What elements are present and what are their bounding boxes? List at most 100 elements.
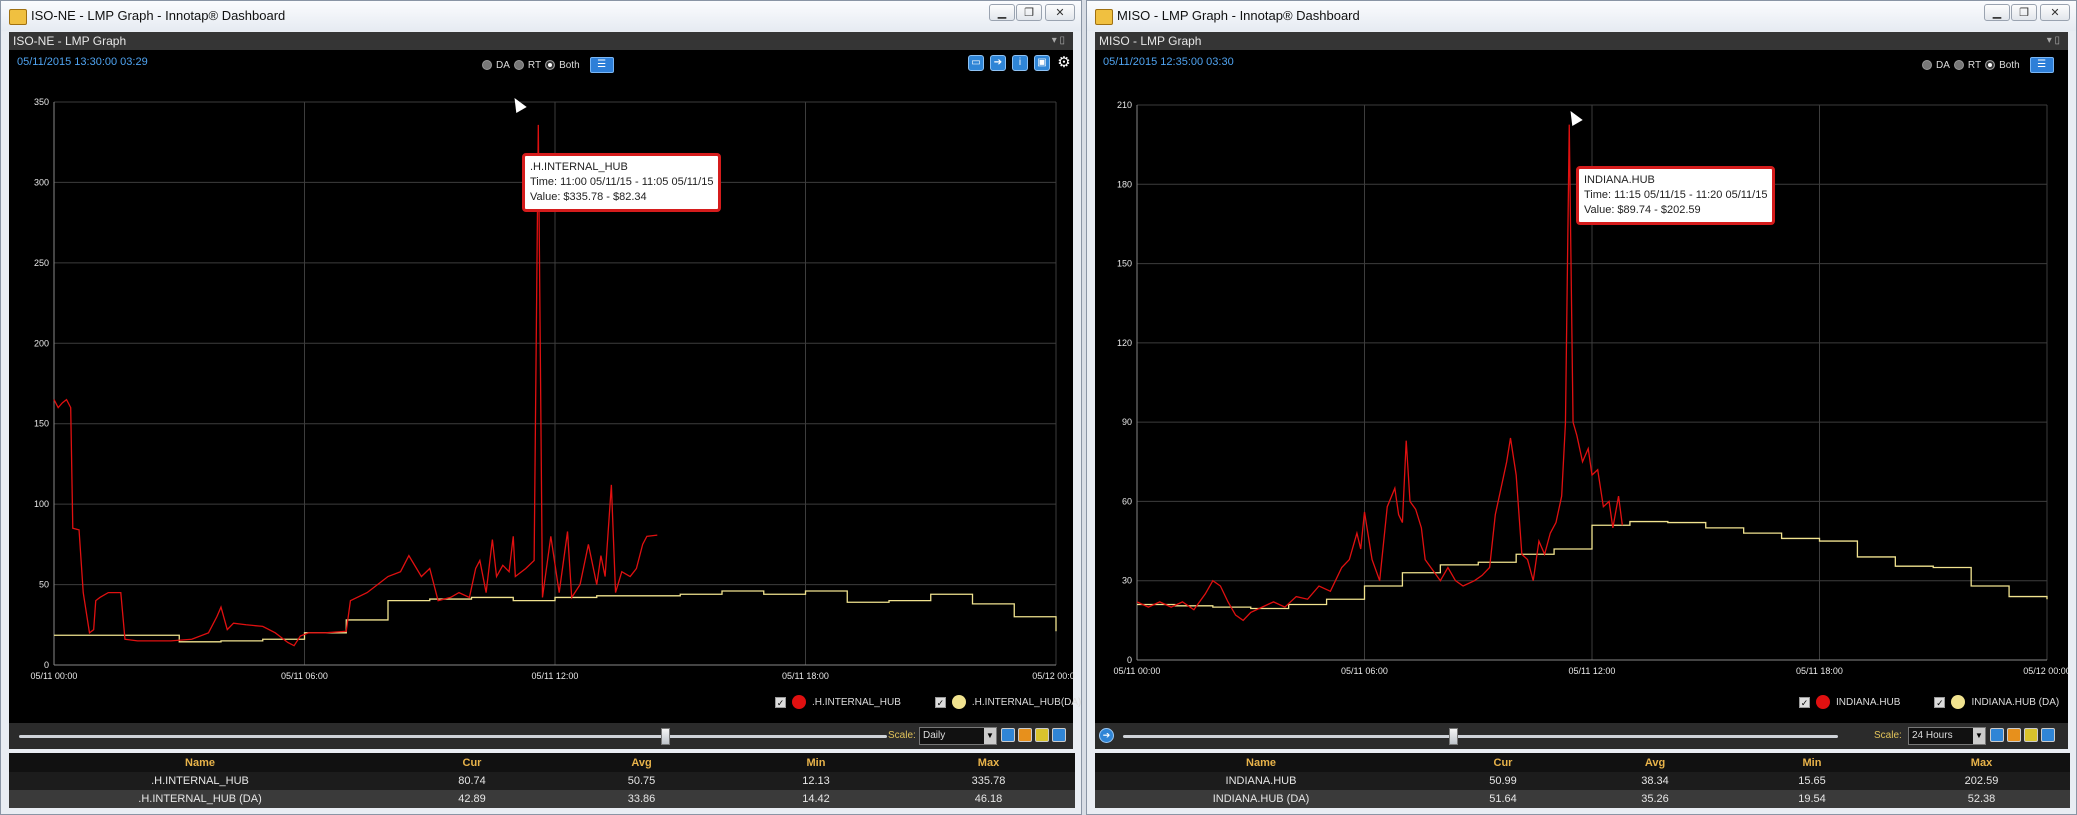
arrow-right-icon[interactable]: ➔	[990, 55, 1006, 71]
cell-avg: 33.86	[553, 790, 730, 808]
timestamp: 05/11/2015 12:35:00 03:30	[1103, 56, 1234, 68]
lmp-chart: 0 50 100 150 200 250 300 350 05/11 00:00 05/11 06…	[31, 97, 1075, 681]
legend-checkbox-da[interactable]: ✓	[1934, 696, 1946, 708]
x-tick-label: 05/11 18:00	[782, 671, 829, 681]
close-button[interactable]: ✕	[2040, 4, 2070, 21]
table-row[interactable]: INDIANA.HUB (DA) 51.64 35.26 19.54 52.38	[1095, 790, 2070, 808]
legend-checkbox-da[interactable]: ✓	[934, 696, 946, 708]
radio-da[interactable]	[1922, 60, 1932, 70]
scale-select[interactable]: Daily ▼	[919, 727, 997, 745]
x-tick-label: 05/11 18:00	[1796, 666, 1843, 676]
chart-tooltip: INDIANA.HUB Time: 11:15 05/11/15 - 11:20…	[1576, 166, 1776, 225]
minimize-button[interactable]: ▁	[989, 4, 1015, 21]
stats-table: Name Cur Avg Min Max INDIANA.HUB 50.99 3…	[1095, 753, 2070, 808]
col-header-min: Min	[1731, 753, 1893, 772]
cell-max: 335.78	[902, 772, 1075, 790]
table-icon[interactable]	[1052, 728, 1066, 742]
cell-cur: 51.64	[1427, 790, 1579, 808]
app-icon	[1095, 9, 1113, 25]
x-tick-label: 05/11 00:00	[31, 671, 78, 681]
table-row[interactable]: .H.INTERNAL_HUB (DA) 42.89 33.86 14.42 4…	[9, 790, 1075, 808]
x-tick-label: 05/11 00:00	[1114, 666, 1161, 676]
time-slider-track[interactable]	[19, 735, 887, 738]
col-header-min: Min	[730, 753, 902, 772]
radio-both-label: Both	[559, 59, 580, 71]
x-tick-label: 05/12 00:00	[1032, 671, 1075, 681]
radio-rt[interactable]	[1953, 60, 1964, 70]
y-tick-label: 60	[1122, 496, 1132, 506]
legend-label-rt: .H.INTERNAL_HUB	[812, 696, 901, 708]
market-radio-group: DA RT Both ☰	[1922, 57, 2054, 73]
scale-select-value: Daily	[923, 730, 946, 741]
tooltip-title: INDIANA.HUB	[1584, 174, 1655, 186]
radio-both[interactable]	[545, 60, 556, 70]
list-view-button[interactable]: ☰	[589, 57, 614, 73]
legend-swatch-rt	[1816, 695, 1830, 709]
info-icon[interactable]: i	[1012, 55, 1028, 71]
cell-min: 15.65	[1731, 772, 1893, 790]
miso-window: MISO - LMP Graph - Innotap® Dashboard ▁ …	[1086, 0, 2077, 815]
legend-swatch-da	[1951, 695, 1966, 709]
zoom-icon[interactable]	[1001, 728, 1015, 742]
y-tick-label: 150	[1117, 259, 1132, 269]
series-line-indiana-hub	[1136, 124, 1623, 622]
time-slider-track[interactable]	[1123, 735, 1838, 738]
table-row[interactable]: .H.INTERNAL_HUB 80.74 50.75 12.13 335.78	[9, 772, 1075, 790]
scale-label: Scale:	[1874, 730, 1902, 741]
stats-header-row: Name Cur Avg Min Max	[1095, 753, 2070, 772]
x-tick-label: 05/11 12:00	[1569, 666, 1616, 676]
time-slider-bar: ➔ Scale: 24 Hours ▼	[1095, 723, 2068, 749]
pin-icon[interactable]: ▾ ▯	[2047, 32, 2060, 50]
table-icon[interactable]	[2041, 728, 2055, 742]
edit-icon[interactable]	[2024, 728, 2038, 742]
close-button[interactable]: ✕	[1045, 4, 1075, 21]
window-titlebar[interactable]: ISO-NE - LMP Graph - Innotap® Dashboard …	[1, 1, 1081, 31]
save-icon[interactable]: ▣	[1034, 55, 1050, 71]
market-radio-group: DA RT Both ☰	[482, 57, 614, 73]
chart-area: 0 30 60 90 120 150 180 210 05/11 00:00 05/11 06:0…	[1095, 50, 2070, 723]
cell-avg: 35.26	[1579, 790, 1731, 808]
table-row[interactable]: INDIANA.HUB 50.99 38.34 15.65 202.59	[1095, 772, 2070, 790]
cell-name: INDIANA.HUB	[1095, 772, 1427, 790]
export-icon[interactable]	[2007, 728, 2021, 742]
pin-icon[interactable]: ▾ ▯	[1052, 32, 1065, 50]
col-header-name: Name	[9, 753, 391, 772]
export-icon[interactable]	[1018, 728, 1032, 742]
panel-title: ISO-NE - LMP Graph	[13, 34, 127, 48]
panel-header: ISO-NE - LMP Graph ▾ ▯	[9, 32, 1073, 50]
radio-da[interactable]	[482, 60, 492, 70]
screen-icon[interactable]: ▭	[968, 55, 984, 71]
cell-avg: 50.75	[553, 772, 730, 790]
list-view-button[interactable]: ☰	[2029, 57, 2054, 73]
y-tick-label: 350	[34, 97, 49, 107]
chart-area: 0 50 100 150 200 250 300 350 05/11 00:00 05/11 06…	[9, 50, 1081, 723]
radio-da-label: DA	[1936, 59, 1950, 71]
maximize-button[interactable]: ❐	[1016, 4, 1042, 21]
col-header-max: Max	[902, 753, 1075, 772]
radio-rt-label: RT	[527, 59, 542, 71]
time-slider-thumb[interactable]	[661, 728, 670, 745]
tooltip-time: Time: 11:15 05/11/15 - 11:20 05/11/15	[1584, 189, 1768, 201]
arrow-right-icon[interactable]: ➔	[1099, 728, 1114, 743]
x-tick-label: 05/11 06:00	[1341, 666, 1388, 676]
gear-icon[interactable]: ⚙	[1056, 55, 1072, 71]
legend-checkbox-rt[interactable]: ✓	[775, 696, 786, 708]
minimize-button[interactable]: ▁	[1984, 4, 2010, 21]
panel-header: MISO - LMP Graph ▾ ▯	[1095, 32, 2068, 50]
y-tick-label: 90	[1122, 417, 1132, 427]
zoom-icon[interactable]	[1990, 728, 2004, 742]
edit-icon[interactable]	[1035, 728, 1049, 742]
legend-label-da: .H.INTERNAL_HUB(DA)	[971, 696, 1082, 708]
x-tick-label: 05/11 12:00	[532, 671, 579, 681]
radio-both[interactable]	[1985, 60, 1996, 70]
legend-checkbox-rt[interactable]: ✓	[1799, 696, 1810, 708]
time-slider-thumb[interactable]	[1449, 728, 1458, 745]
maximize-button[interactable]: ❐	[2011, 4, 2037, 21]
window-titlebar[interactable]: MISO - LMP Graph - Innotap® Dashboard ▁ …	[1087, 1, 2076, 31]
y-tick-label: 50	[39, 580, 49, 590]
radio-rt[interactable]	[513, 60, 524, 70]
chart-tooltip: .H.INTERNAL_HUB Time: 11:00 05/11/15 - 1…	[522, 153, 722, 212]
stats-table: Name Cur Avg Min Max .H.INTERNAL_HUB 80.…	[9, 753, 1075, 808]
scale-select[interactable]: 24 Hours ▼	[1908, 727, 1986, 745]
radio-rt-label: RT	[1967, 59, 1982, 71]
